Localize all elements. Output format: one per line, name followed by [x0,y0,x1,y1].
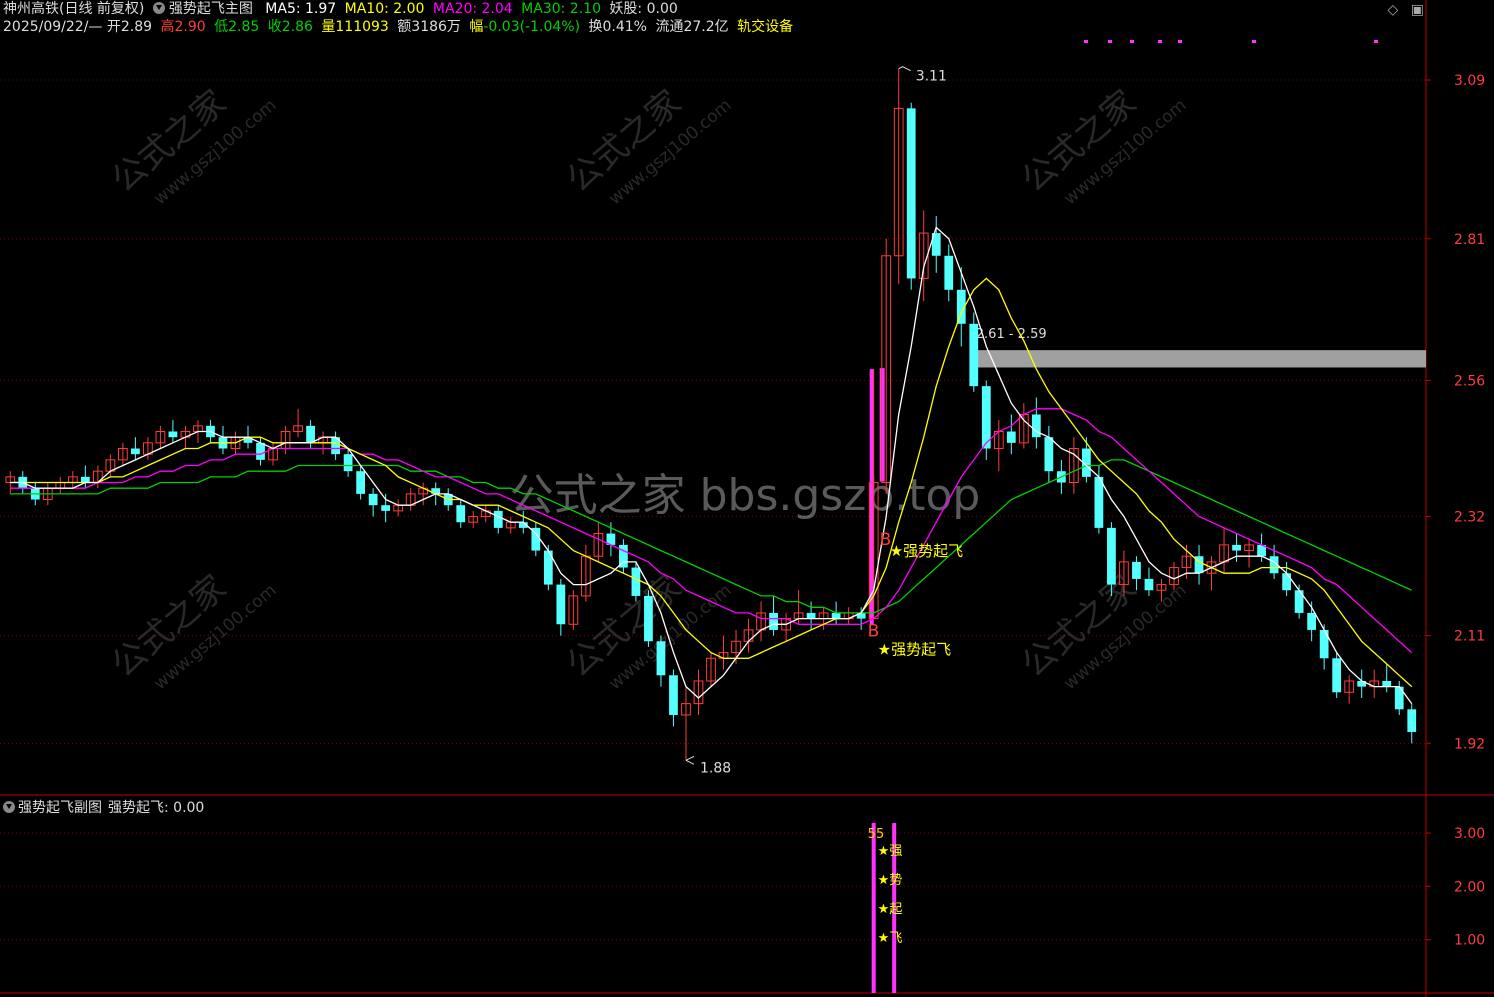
candle-body [631,567,641,596]
signal-dot [1374,40,1378,43]
sub-y-tick-label: 2.00 [1454,879,1485,895]
candle-body [1232,544,1241,551]
signal-dot [1158,40,1162,43]
sub-y-tick-label: 1.00 [1454,933,1485,949]
candle-body [1382,680,1392,687]
candle-body [456,505,466,523]
y-tick-label: 2.56 [1454,373,1485,389]
y-tick-label: 2.11 [1454,629,1485,645]
sub-signal-char: ★起 [878,902,903,917]
sub-signal-char: ★强 [878,844,903,859]
candle-body [343,454,353,472]
candle-body [356,471,366,494]
candle-body [306,425,315,443]
peak-label: 3.11 [916,69,947,85]
candle-body [656,641,666,676]
candle-body [493,510,503,528]
y-tick-label: 3.09 [1454,73,1485,89]
y-tick-label: 1.92 [1454,736,1485,752]
candle-body [1407,709,1417,732]
signal-dot [1252,40,1256,43]
candle-body [1094,476,1104,528]
candle-body [1006,431,1016,443]
sub-y-tick-label: 3.00 [1454,826,1485,842]
candle-body [381,505,391,511]
gap-zone-label: 2.61 - 2.59 [976,327,1047,342]
candle-body [1132,561,1141,579]
candle-body [131,448,140,455]
candle-body [1044,437,1054,472]
candle-body [969,323,979,387]
candle-body [1031,414,1041,438]
y-tick-label: 2.32 [1454,510,1485,526]
signal-dot [1178,40,1182,43]
candle-body [831,612,841,619]
candle-body [368,493,378,506]
watermark-tile: 公式之家www.gszj100.com [1014,567,1190,694]
candle-body [806,612,816,619]
candle-body [669,675,678,715]
buy-marker: B [868,622,880,642]
candle-body [944,255,954,290]
candle-body [1282,573,1291,591]
candle-body [168,431,178,438]
candle-body [906,108,916,279]
trough-arrow [685,755,695,765]
candle-body [1107,527,1116,585]
trough-label: 1.88 [700,760,731,776]
watermark-tile: 公式之家www.gszj100.com [104,567,280,694]
signal-dot [1108,40,1112,43]
signal-dot [1130,40,1134,43]
signal-dot [1084,40,1088,43]
sub-marker: 55 [868,827,885,842]
watermark-tile: 公式之家www.gszj100.com [104,82,280,209]
sub-signal-char: ★势 [878,872,903,888]
watermark-tile: 公式之家www.gszj100.com [1014,82,1190,209]
candle-body [1332,658,1342,693]
peak-arrow [898,66,911,72]
candle-body [556,584,566,625]
gap-zone-bar [969,350,1426,368]
signal-bar [869,369,874,625]
signal-text: ★强势起飞 [878,641,951,659]
candle-body [1144,578,1154,591]
y-tick-label: 2.81 [1454,232,1485,248]
sub-signal-char: ★飞 [878,931,903,946]
candlestick-chart[interactable]: 公式之家www.gszj100.com 公式之家www.gszj100.com 公式… [0,0,1494,997]
sub-signal-bar [871,823,876,993]
signal-text: ★强势起飞 [890,542,963,560]
candle-body [256,442,265,460]
watermark-tile: 公式之家www.gszj100.com [559,82,735,209]
candle-body [769,612,778,630]
candle-body [1307,612,1317,630]
candle-body [80,476,90,483]
candle-body [644,595,653,642]
